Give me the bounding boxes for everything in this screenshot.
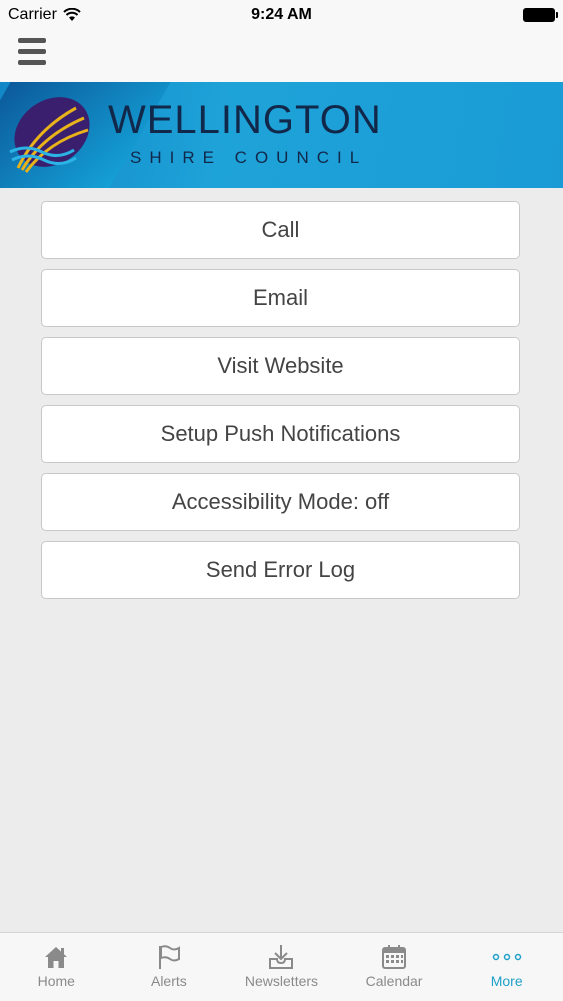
visit-website-button[interactable]: Visit Website xyxy=(41,337,520,395)
tab-label: More xyxy=(490,973,523,989)
hamburger-menu-button[interactable] xyxy=(18,38,50,68)
banner-subtitle: SHIRE COUNCIL xyxy=(130,148,368,167)
call-button[interactable]: Call xyxy=(41,201,520,259)
calendar-icon xyxy=(382,945,407,969)
tab-bar: Home Alerts Newsletters Calendar More xyxy=(0,932,563,1001)
battery-icon xyxy=(523,8,558,22)
banner-title: WELLINGTON xyxy=(108,98,382,142)
council-banner: WELLINGTON SHIRE COUNCIL xyxy=(0,82,563,188)
menu-bar-line xyxy=(18,49,46,54)
status-time: 9:24 AM xyxy=(251,6,312,23)
tab-calendar[interactable]: Calendar xyxy=(338,933,451,1001)
tab-alerts[interactable]: Alerts xyxy=(113,933,226,1001)
tab-label: Newsletters xyxy=(244,973,319,989)
menu-bar-line xyxy=(18,38,46,43)
menu-bar-line xyxy=(18,60,46,65)
more-dots-icon xyxy=(492,953,521,961)
status-bar: Carrier 9:24 AM xyxy=(0,0,563,30)
email-button[interactable]: Email xyxy=(41,269,520,327)
more-menu-list: Call Email Visit Website Setup Push Noti… xyxy=(41,201,520,609)
accessibility-mode-button[interactable]: Accessibility Mode: off xyxy=(41,473,520,531)
send-error-log-button[interactable]: Send Error Log xyxy=(41,541,520,599)
tab-newsletters[interactable]: Newsletters xyxy=(225,933,338,1001)
nav-bar xyxy=(0,30,563,82)
tab-label: Calendar xyxy=(365,973,423,989)
tab-home[interactable]: Home xyxy=(0,933,113,1001)
council-logo-icon xyxy=(9,97,90,173)
home-icon xyxy=(45,947,68,968)
inbox-icon xyxy=(269,945,294,969)
setup-push-notifications-button[interactable]: Setup Push Notifications xyxy=(41,405,520,463)
flag-icon xyxy=(158,945,180,969)
tab-more[interactable]: More xyxy=(450,933,563,1001)
tab-label: Home xyxy=(37,973,75,989)
tab-label: Alerts xyxy=(150,973,187,989)
